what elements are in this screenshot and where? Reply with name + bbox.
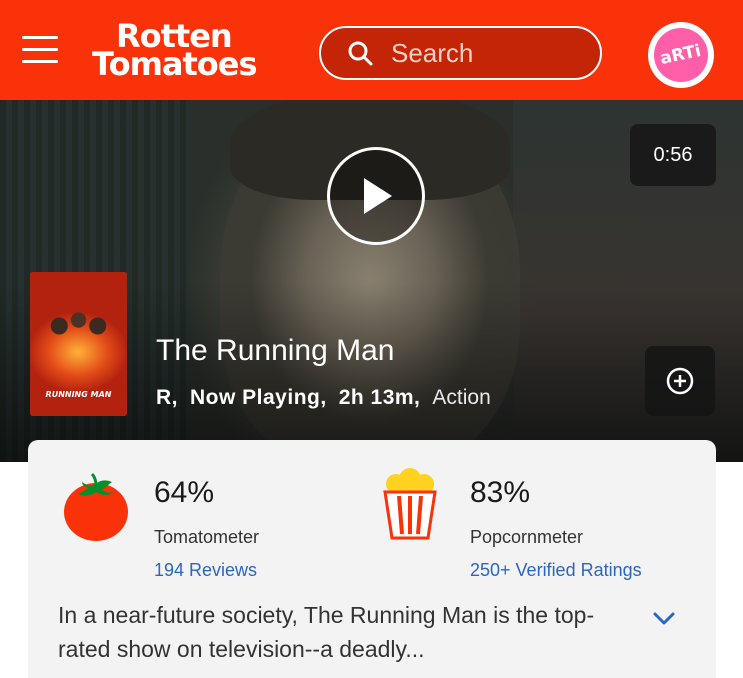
video-duration-badge: 0:56 — [630, 124, 716, 186]
runtime: 2h 13m, — [338, 386, 421, 409]
poster-figures — [40, 302, 117, 362]
genre: Action — [432, 386, 491, 409]
search-icon — [348, 41, 373, 66]
plus-circle-icon — [666, 367, 694, 395]
hamburger-menu-icon[interactable] — [22, 36, 58, 66]
poster-title: RUNNING MAN — [45, 390, 112, 399]
tomatometer-score: 64% — [154, 476, 215, 509]
synopsis-text: In a near-future society, The Running Ma… — [58, 602, 595, 662]
scores-card: 64% Tomatometer 194 Reviews 83% Popcornm… — [28, 440, 716, 678]
chevron-down-icon[interactable] — [650, 608, 678, 628]
video-hero[interactable]: 0:56 RUNNING MAN The Running Man R, Now … — [0, 100, 743, 462]
logo-line-2: Tomatoes — [92, 45, 258, 83]
rating: R, — [156, 386, 178, 409]
play-icon — [364, 178, 392, 214]
arti-avatar-button[interactable]: aRTi — [648, 22, 714, 88]
avatar-text: aRTi — [658, 40, 704, 70]
movie-poster[interactable]: RUNNING MAN — [30, 272, 127, 416]
popcornmeter-ratings-link[interactable]: 250+ Verified Ratings — [470, 560, 642, 581]
popcornmeter-label: Popcornmeter — [470, 527, 584, 547]
arti-logo-icon: aRTi — [654, 28, 708, 82]
search-bar[interactable] — [319, 26, 602, 80]
popcorn-icon — [383, 468, 437, 540]
tomatometer-reviews-link[interactable]: 194 Reviews — [154, 560, 257, 581]
top-header: Rotten Tomatoes aRTi — [0, 0, 743, 100]
tomato-icon — [64, 472, 128, 541]
movie-meta: R, Now Playing, 2h 13m, Action — [156, 386, 491, 410]
movie-title: The Running Man — [156, 334, 395, 367]
add-to-watchlist-button[interactable] — [645, 346, 715, 416]
tomatometer-label: Tomatometer — [154, 527, 260, 547]
play-button[interactable] — [327, 147, 425, 245]
release-status: Now Playing, — [190, 386, 327, 409]
popcornmeter-score: 83% — [470, 476, 531, 509]
search-input[interactable] — [391, 37, 591, 69]
rotten-tomatoes-logo[interactable]: Rotten Tomatoes — [92, 20, 288, 83]
